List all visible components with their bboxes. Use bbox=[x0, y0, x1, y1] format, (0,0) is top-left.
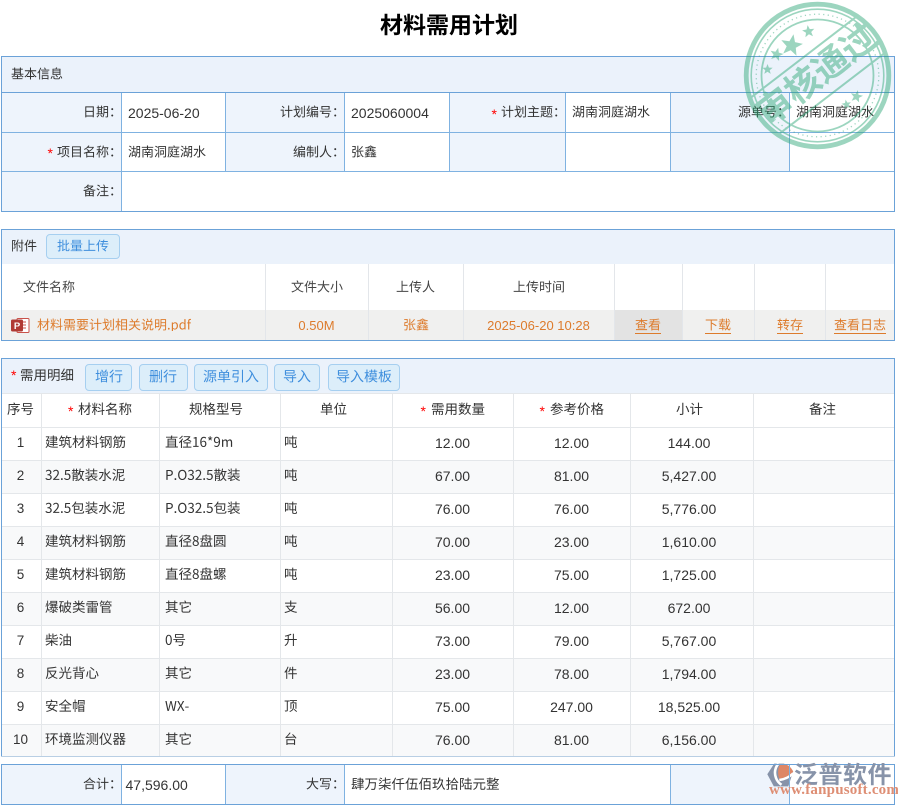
svg-text:P: P bbox=[14, 321, 21, 332]
